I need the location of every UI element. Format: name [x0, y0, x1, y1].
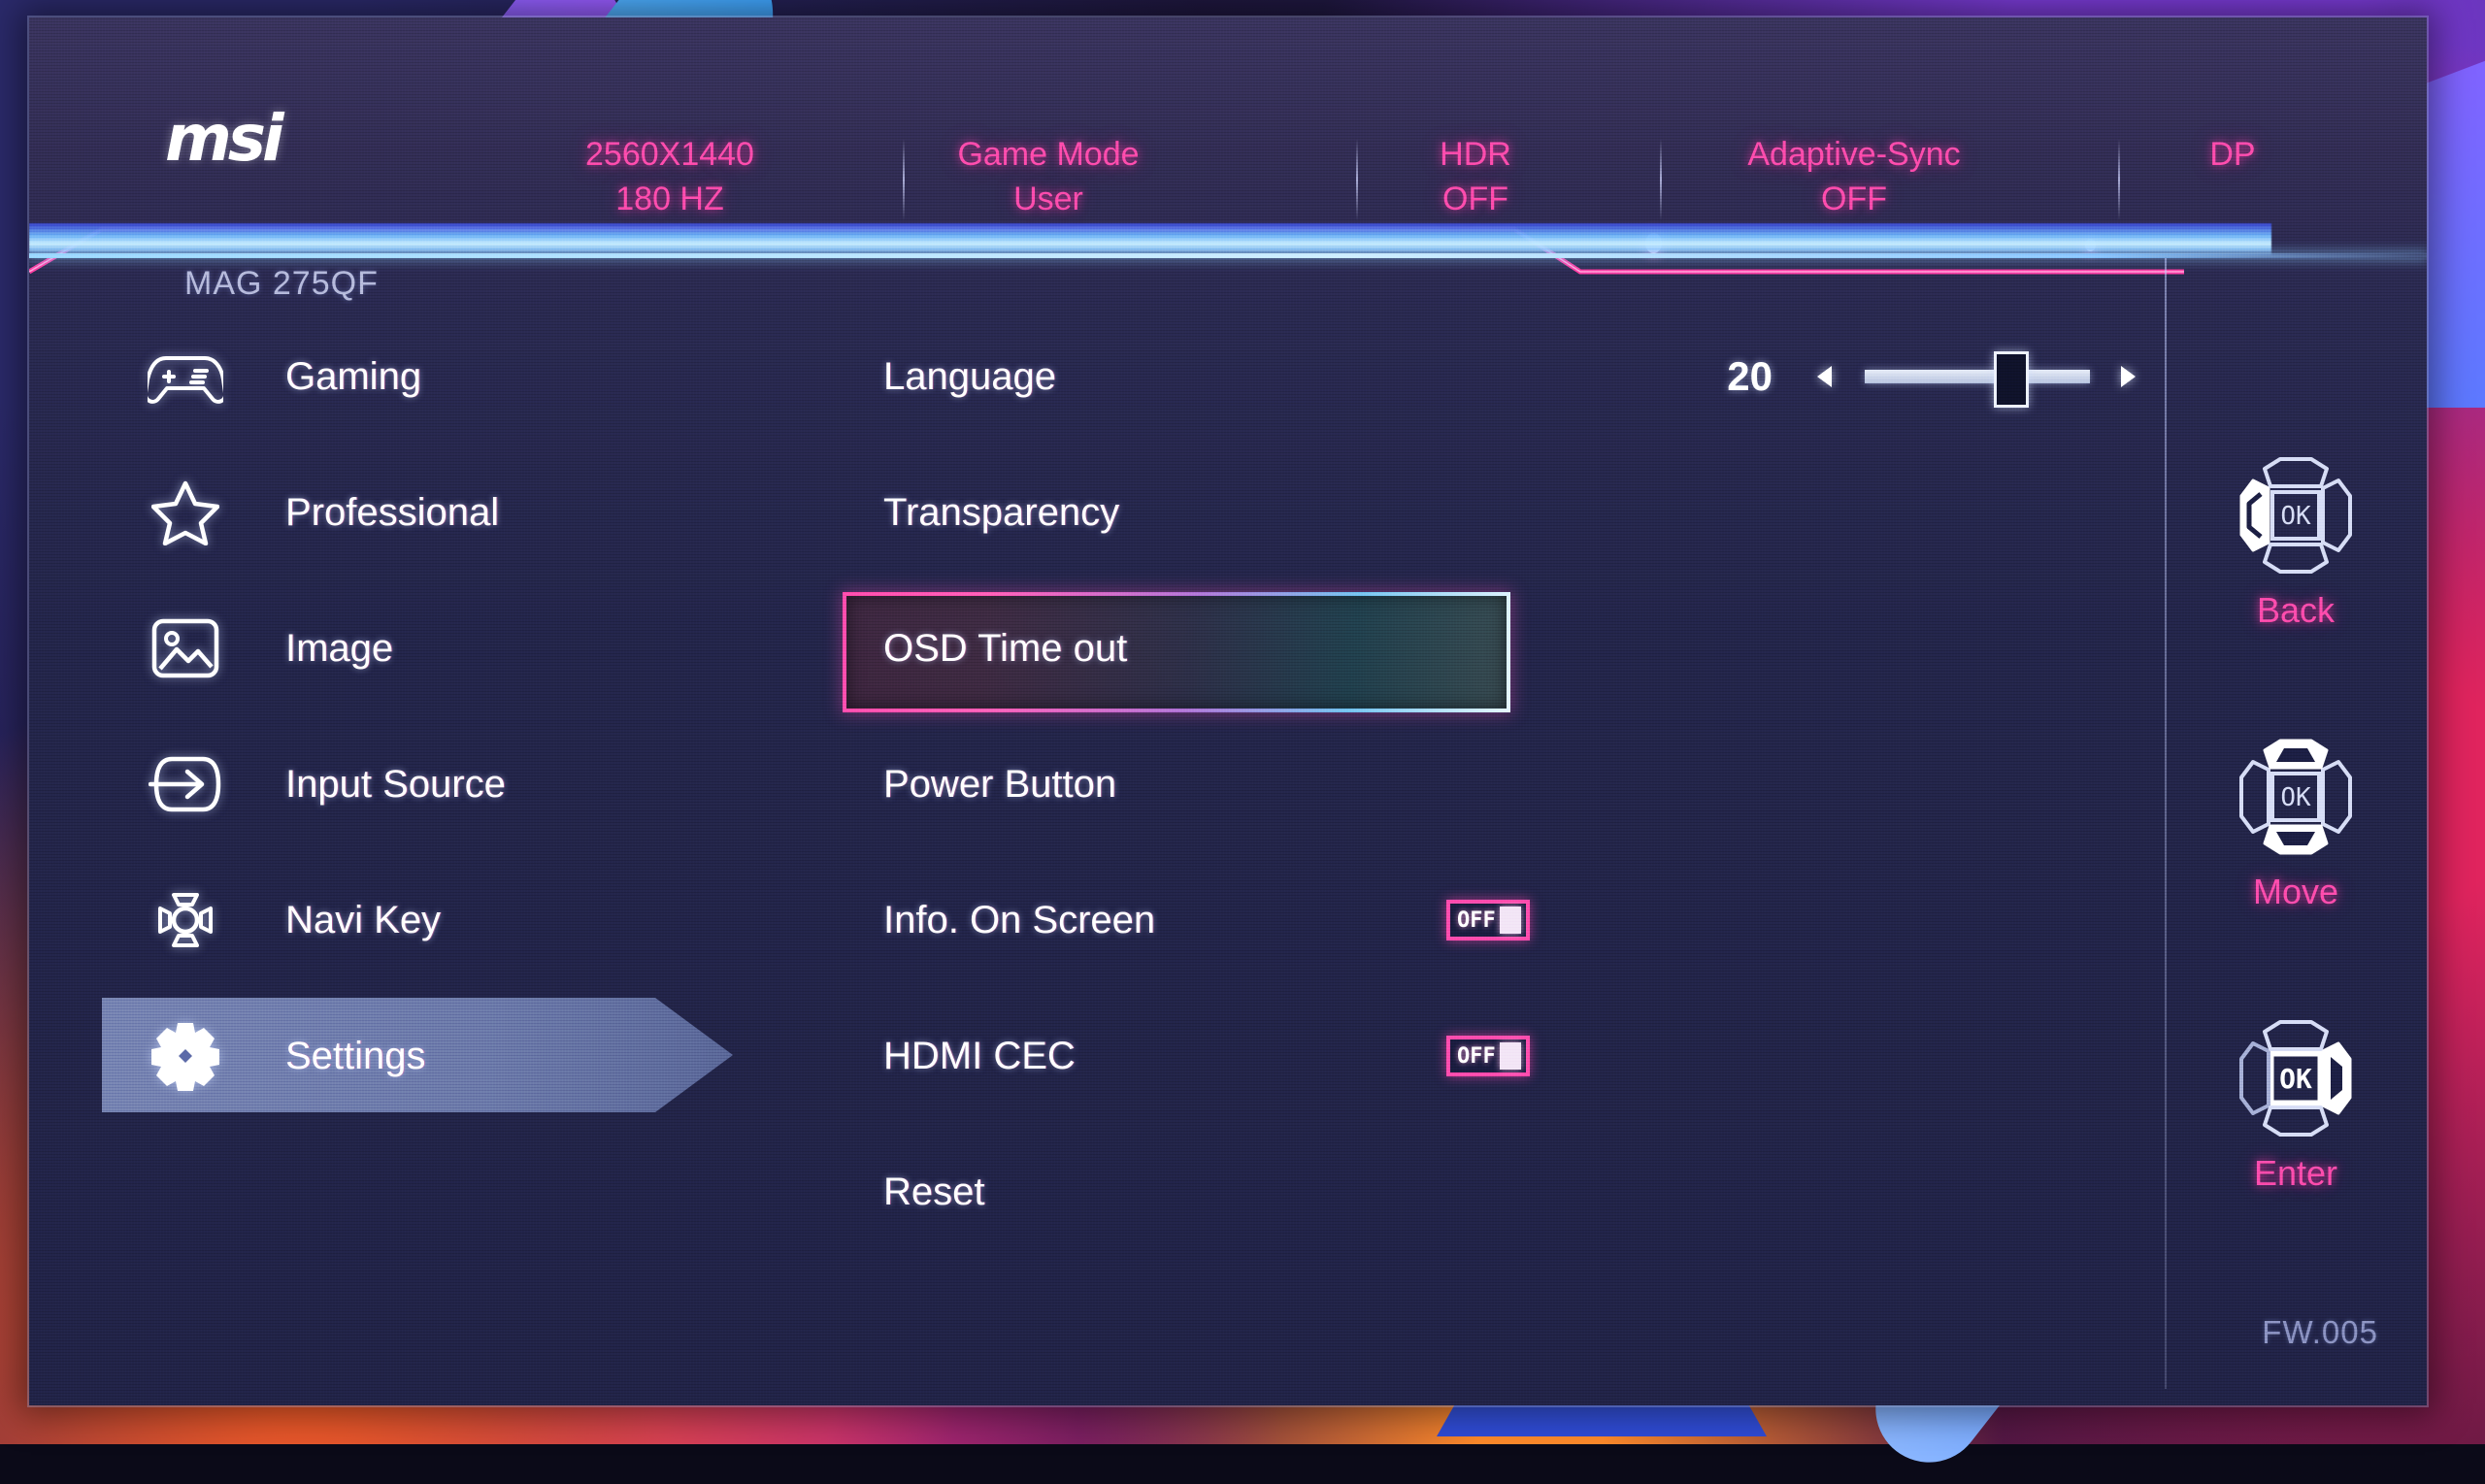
osd-main-column: Language 20 Transparency OSD Time out Po…	[767, 309, 2165, 1260]
setting-row-hdmi-cec[interactable]: HDMI CEC OFF	[767, 988, 2165, 1124]
navi-hint-column: OK Back OK	[2165, 258, 2427, 1403]
status-game-mode: Game Mode User	[883, 132, 1213, 221]
header-divider-line	[29, 253, 2427, 258]
setting-row-reset[interactable]: Reset	[767, 1124, 2165, 1260]
sidebar-item-input-source[interactable]: Input Source	[29, 716, 767, 852]
monitor-model: MAG 275QF	[184, 265, 379, 303]
svg-text:OK: OK	[2280, 502, 2311, 531]
slider-track[interactable]	[1865, 370, 2090, 383]
navi-hint-back[interactable]: OK Back	[2165, 433, 2427, 631]
hdmi-cec-toggle[interactable]: OFF	[1446, 1036, 1530, 1076]
gear-icon	[144, 1014, 227, 1098]
sidebar-item-settings[interactable]: Settings	[29, 988, 767, 1124]
status-hdr-line2: OFF	[1369, 177, 1582, 221]
status-resolution: 2560X1440 180 HZ	[534, 132, 806, 221]
navi-key-updown-icon: OK	[2165, 714, 2427, 879]
navi-key-ok-icon: OK	[2165, 996, 2427, 1161]
sidebar-item-label: Professional	[285, 491, 499, 535]
sidebar-item-label: Navi Key	[285, 899, 441, 942]
status-hdr: HDR OFF	[1369, 132, 1582, 221]
setting-row-language[interactable]: Language 20	[767, 309, 2165, 445]
toggle-state-label: OFF	[1455, 908, 1500, 933]
sidebar-item-gaming[interactable]: Gaming	[29, 309, 767, 445]
setting-row-power-button[interactable]: Power Button	[767, 716, 2165, 852]
setting-row-osd-time-out[interactable]: OSD Time out	[767, 580, 2165, 716]
navi-hint-move[interactable]: OK Move	[2165, 714, 2427, 912]
triangle-left-icon[interactable]	[1817, 366, 1832, 387]
status-game-mode-line2: User	[883, 177, 1213, 221]
setting-label: Info. On Screen	[883, 899, 1155, 942]
status-divider	[1356, 139, 1358, 220]
osd-header: msi MAG 275QF 2560X1440 180 HZ Game Mode…	[29, 17, 2427, 225]
status-divider	[2118, 139, 2120, 220]
sidebar-item-navi-key[interactable]: Navi Key	[29, 852, 767, 988]
setting-label: Reset	[883, 1171, 985, 1214]
navi-hint-label: Move	[2165, 872, 2427, 912]
picture-icon	[144, 607, 227, 690]
status-resolution-line1: 2560X1440	[534, 132, 806, 177]
star-icon	[144, 471, 227, 554]
sidebar-item-image[interactable]: Image	[29, 580, 767, 716]
firmware-version: FW.005	[2262, 1314, 2378, 1351]
setting-label: Language	[883, 355, 1056, 399]
navi-key-icon	[144, 878, 227, 962]
setting-label: OSD Time out	[883, 627, 1127, 671]
info-on-screen-toggle[interactable]: OFF	[1446, 900, 1530, 940]
status-adaptive-sync-line2: OFF	[1660, 177, 2048, 221]
toggle-knob	[1500, 907, 1521, 934]
navi-hint-enter[interactable]: OK Enter	[2165, 996, 2427, 1194]
status-input-source-line1: DP	[2126, 132, 2339, 177]
status-game-mode-line1: Game Mode	[883, 132, 1213, 177]
status-adaptive-sync: Adaptive-Sync OFF	[1660, 132, 2048, 221]
input-arrow-icon	[144, 742, 227, 826]
toggle-state-label: OFF	[1455, 1044, 1500, 1069]
status-hdr-line1: HDR	[1369, 132, 1582, 177]
sidebar-item-label: Settings	[285, 1035, 426, 1078]
sidebar-item-label: Gaming	[285, 355, 421, 399]
osd-panel: msi MAG 275QF 2560X1440 180 HZ Game Mode…	[29, 17, 2427, 1405]
svg-text:OK: OK	[2280, 783, 2311, 812]
osd-timeout-slider[interactable]: 20	[1701, 353, 2136, 400]
svg-text:OK: OK	[2279, 1063, 2312, 1095]
navi-key-left-icon: OK	[2165, 433, 2427, 598]
status-input-source: DP	[2126, 132, 2339, 177]
osd-sidebar: Gaming Professional Image	[29, 309, 767, 1124]
triangle-right-icon[interactable]	[2121, 366, 2136, 387]
gamepad-icon	[144, 335, 227, 418]
status-resolution-line2: 180 HZ	[534, 177, 806, 221]
sidebar-item-professional[interactable]: Professional	[29, 445, 767, 580]
slider-value: 20	[1701, 353, 1773, 400]
header-glow-divider	[29, 223, 2271, 256]
setting-label: Power Button	[883, 763, 1116, 807]
sidebar-item-label: Image	[285, 627, 393, 671]
slider-thumb[interactable]	[1994, 351, 2029, 408]
navi-hint-label: Back	[2165, 590, 2427, 631]
setting-label: HDMI CEC	[883, 1035, 1076, 1078]
sidebar-item-label: Input Source	[285, 763, 506, 807]
msi-logo: msi	[165, 101, 281, 176]
setting-row-info-on-screen[interactable]: Info. On Screen OFF	[767, 852, 2165, 988]
setting-label: Transparency	[883, 491, 1119, 535]
setting-row-transparency[interactable]: Transparency	[767, 445, 2165, 580]
status-adaptive-sync-line1: Adaptive-Sync	[1660, 132, 2048, 177]
navi-hint-label: Enter	[2165, 1153, 2427, 1194]
toggle-knob	[1500, 1042, 1521, 1070]
